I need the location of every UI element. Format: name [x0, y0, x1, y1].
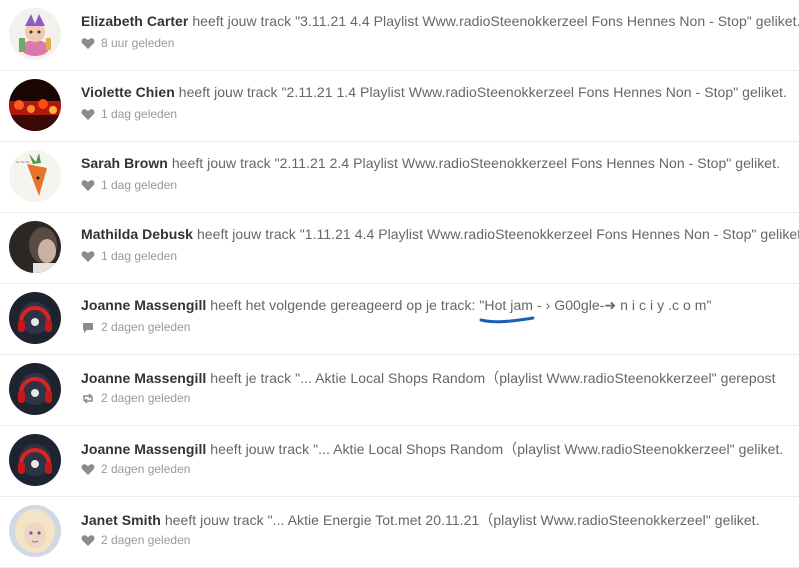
- headphones-icon: [9, 434, 61, 486]
- list-item: Mathilda Debusk heeft jouw track "1.11.2…: [0, 213, 799, 284]
- heart-icon: [81, 463, 95, 476]
- user-name-link[interactable]: Elizabeth Carter: [81, 13, 188, 29]
- notification-text: Joanne Massengill heeft het volgende ger…: [81, 297, 712, 324]
- notification-text: Joanne Massengill heeft jouw track "... …: [81, 439, 783, 459]
- avatar[interactable]: ~~~: [9, 150, 61, 202]
- notification-action: heeft het volgende gereageerd op je trac…: [206, 297, 480, 313]
- list-item: ~~~ Sarah Brown heeft jouw track "2.11.2…: [0, 142, 799, 213]
- heart-icon: [81, 179, 95, 192]
- heart-icon: [81, 108, 95, 121]
- portrait-icon: [9, 221, 61, 273]
- timestamp: 1 dag geleden: [101, 178, 178, 192]
- cartoon-character-icon: [9, 8, 61, 60]
- notification-text: Elizabeth Carter heeft jouw track "3.11.…: [81, 13, 799, 29]
- notification-meta: 2 dagen geleden: [81, 462, 190, 476]
- notification-meta: 2 dagen geleden: [81, 320, 190, 334]
- user-name-link[interactable]: Joanne Massengill: [81, 297, 206, 313]
- user-name-link[interactable]: Janet Smith: [81, 512, 161, 528]
- repost-icon: [81, 392, 95, 405]
- notification-action: heeft jouw track "2.11.21 1.4 Playlist W…: [174, 84, 787, 100]
- notification-action: heeft jouw track "2.11.21 2.4 Playlist W…: [167, 155, 781, 171]
- list-item: Elizabeth Carter heeft jouw track "3.11.…: [0, 0, 799, 71]
- notification-action: heeft je track "... Aktie Local Shops Ra…: [206, 370, 776, 386]
- red-lights-icon: [9, 79, 61, 131]
- list-item: Janet Smith heeft jouw track "... Aktie …: [0, 497, 799, 568]
- notification-meta: 8 uur geleden: [81, 36, 174, 50]
- headphones-icon: [9, 292, 61, 344]
- notification-text: Janet Smith heeft jouw track "... Aktie …: [81, 510, 760, 530]
- avatar[interactable]: [9, 292, 61, 344]
- avatar[interactable]: [9, 434, 61, 486]
- notification-meta: 1 dag geleden: [81, 178, 177, 192]
- heart-icon: [81, 534, 95, 547]
- timestamp: 2 dagen geleden: [101, 462, 191, 476]
- notification-meta: 1 dag geleden: [81, 249, 177, 263]
- underline-mark: [479, 316, 535, 324]
- notification-action: heeft jouw track "1.11.21 4.4 Playlist W…: [193, 226, 799, 242]
- avatar[interactable]: [9, 8, 61, 60]
- notification-text: Joanne Massengill heeft je track "... Ak…: [81, 368, 776, 388]
- carrot-icon: ~~~: [9, 150, 61, 202]
- heart-icon: [81, 250, 95, 263]
- timestamp: 8 uur geleden: [101, 36, 175, 50]
- comment-icon: [81, 321, 95, 334]
- notification-meta: 2 dagen geleden: [81, 533, 190, 547]
- user-name-link[interactable]: Joanne Massengill: [81, 370, 206, 386]
- user-name-link[interactable]: Mathilda Debusk: [81, 226, 193, 242]
- timestamp: 1 dag geleden: [101, 249, 178, 263]
- heart-icon: [81, 37, 95, 50]
- notification-text: Violette Chien heeft jouw track "2.11.21…: [81, 84, 787, 100]
- avatar[interactable]: [9, 363, 61, 415]
- timestamp: 2 dagen geleden: [101, 391, 191, 405]
- notification-text: Mathilda Debusk heeft jouw track "1.11.2…: [81, 226, 799, 242]
- timestamp: 2 dagen geleden: [101, 533, 191, 547]
- comment-highlight: "Hot jam: [479, 297, 535, 324]
- comment-text: - › G00gle-➜ n i c i y .c o m": [533, 297, 712, 313]
- notification-text: Sarah Brown heeft jouw track "2.11.21 2.…: [81, 155, 780, 171]
- user-name-link[interactable]: Joanne Massengill: [81, 441, 206, 457]
- notification-action: heeft jouw track "3.11.21 4.4 Playlist W…: [188, 13, 799, 29]
- notification-meta: 1 dag geleden: [81, 107, 177, 121]
- user-name-link[interactable]: Sarah Brown: [81, 155, 168, 171]
- list-item: Joanne Massengill heeft het volgende ger…: [0, 284, 799, 355]
- timestamp: 1 dag geleden: [101, 107, 178, 121]
- avatar[interactable]: [9, 79, 61, 131]
- notification-meta: 2 dagen geleden: [81, 391, 190, 405]
- blonde-portrait-icon: [9, 505, 61, 557]
- timestamp: 2 dagen geleden: [101, 320, 191, 334]
- avatar[interactable]: [9, 505, 61, 557]
- user-name-link[interactable]: Violette Chien: [81, 84, 175, 100]
- list-item: Violette Chien heeft jouw track "2.11.21…: [0, 71, 799, 142]
- list-item: Joanne Massengill heeft je track "... Ak…: [0, 355, 799, 426]
- notification-list: Elizabeth Carter heeft jouw track "3.11.…: [0, 0, 799, 568]
- notification-action: heeft jouw track "... Aktie Local Shops …: [206, 441, 784, 457]
- avatar[interactable]: [9, 221, 61, 273]
- notification-action: heeft jouw track "... Aktie Energie Tot.…: [160, 512, 760, 528]
- list-item: Joanne Massengill heeft jouw track "... …: [0, 426, 799, 497]
- headphones-icon: [9, 363, 61, 415]
- svg-text:~~~: ~~~: [15, 159, 30, 166]
